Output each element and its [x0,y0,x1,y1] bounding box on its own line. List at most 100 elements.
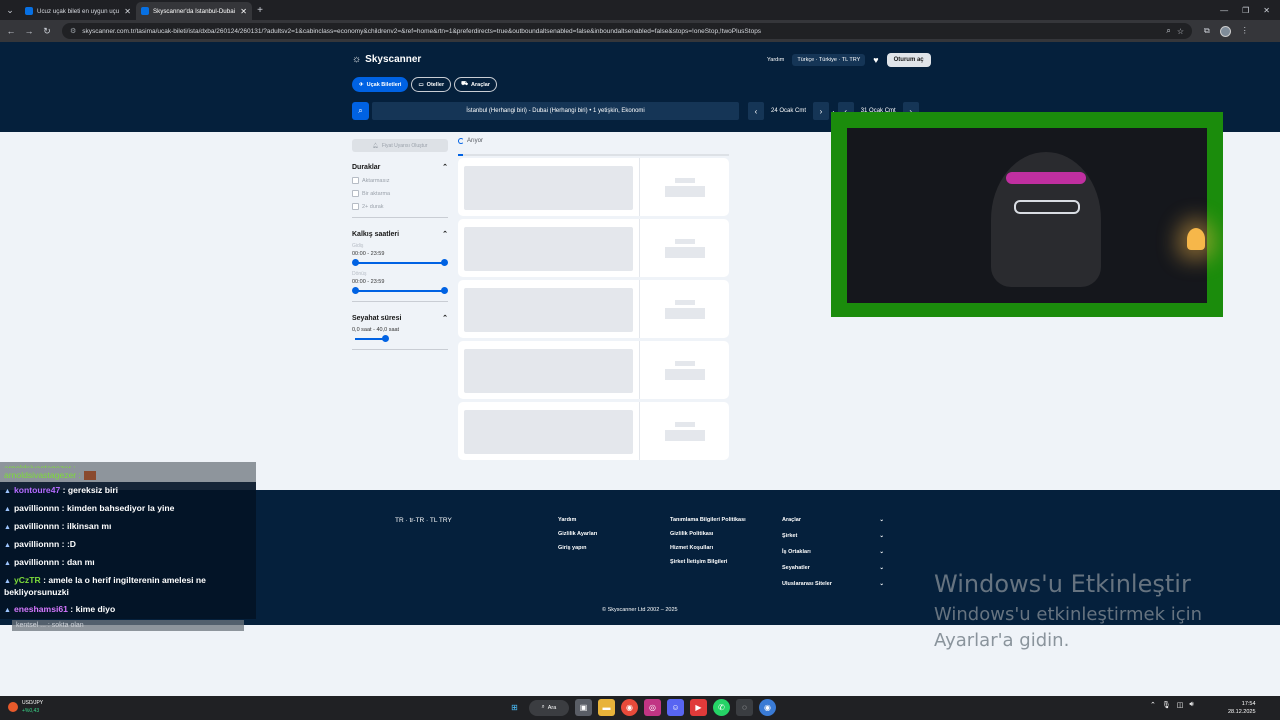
skyscanner-logo[interactable]: ☼ Skyscanner [352,54,421,65]
windows-taskbar: USD/JPY +%0,43 ⊞ ⌕ Ara ▣ ▬ ◉ ◎ ☺ ▶ ✆ ◌ ◉ … [0,696,1280,720]
menu-icon[interactable]: ⋮ [1241,26,1249,37]
forward-icon[interactable]: → [22,26,36,36]
stock-widget[interactable]: USD/JPY +%0,43 [8,699,43,715]
bed-icon: ▭ [418,81,424,88]
login-button[interactable]: Oturum aç [886,53,931,67]
footer-column-policies: Tanımlama Bilgileri Politikası Gizlilik … [670,517,746,565]
watermark-line: Windows'u etkinleştirmek için [934,604,1203,625]
app-icon[interactable]: ◌ [736,699,753,716]
stop-option-one[interactable]: Bir aktarma [352,187,448,200]
ticker-symbol: USD/JPY [22,700,44,706]
url-text: skyscanner.com.tr/tasima/ucak-bileti/ist… [82,27,762,35]
footer-link[interactable]: Gizlilik Ayarları [558,531,597,537]
chat-message: ▲ kontoure47 : gereksiz biri [0,482,256,500]
outbound-time-slider[interactable] [352,257,448,269]
help-link[interactable]: Yardım [767,57,784,63]
task-view-icon[interactable]: ▣ [575,699,592,716]
slider-handle-max[interactable] [441,287,448,294]
footer-expand-company[interactable]: Şirket ⌄ [782,533,884,542]
search-status: Arıyor [458,138,483,144]
locale-button[interactable]: Türkçe · Türkiye · TL TRY [792,54,866,66]
chat-username: yCzTR [13,575,41,585]
search-summary-field[interactable]: İstanbul (Herhangi biri) - Dubai (Herhan… [372,102,739,120]
whatsapp-icon[interactable]: ✆ [713,699,730,716]
tab-skyscanner-istanbul-dubai[interactable]: Skyscanner'da İstanbul-Dubai a ✕ [136,2,252,20]
search-progress-bar [458,154,729,156]
tab-cars[interactable]: ⛟ Araçlar [454,77,497,92]
windows-start-icon[interactable]: ⊞ [506,699,523,716]
stop-option-direct[interactable]: Aktarmasız [352,174,448,187]
taskbar-search[interactable]: ⌕ Ara [529,699,569,716]
discord-icon[interactable]: ☺ [667,699,684,716]
site-info-icon[interactable]: ⚙ [70,27,76,35]
slider-handle-max[interactable] [441,259,448,266]
slider-track [355,262,445,264]
chrome-active-icon[interactable]: ◉ [759,699,776,716]
return-time-slider[interactable] [352,285,448,297]
watermark-title: Windows'u Etkinleştir [934,570,1191,598]
watermark-body: Windows'u etkinleştirmek için Ayarlar'a … [934,602,1202,654]
media-app-icon[interactable]: ▶ [690,699,707,716]
footer-expand-partners[interactable]: İş Ortakları ⌄ [782,549,884,558]
chevron-up-icon[interactable]: ⌃ [1150,701,1156,709]
footer-link[interactable]: Hizmet Koşulları [670,545,746,551]
minimize-icon[interactable]: — [1220,6,1228,15]
tab-ucuz-ucak[interactable]: Ucuz uçak bileti en uygun uçu ✕ [20,2,136,20]
microphone-icon[interactable]: 🎙︎ [1162,701,1171,709]
extensions-icon[interactable]: ⧉ [1204,26,1210,37]
chevron-left-icon[interactable]: ‹ [748,102,764,120]
footer-expand-tools[interactable]: Araçlar ⌄ [782,517,884,526]
close-window-icon[interactable]: ✕ [1263,6,1270,15]
stops-filter-header[interactable]: Duraklar ⌃ [352,160,448,174]
divider [352,349,448,350]
taskbar-clock[interactable]: 17:54 28.12.2025 [1228,700,1256,716]
footer-link[interactable]: Gizlilik Politikası [670,531,746,537]
tab-search-icon[interactable]: ⌄ [0,0,20,20]
tab-title: Skyscanner'da İstanbul-Dubai a [153,7,237,15]
close-icon[interactable]: ✕ [240,7,247,16]
zoom-icon[interactable]: ⌕ [1166,26,1170,36]
footer-link[interactable]: Yardım [558,517,597,523]
times-filter-header[interactable]: Kalkış saatleri ⌃ [352,227,448,241]
chevron-right-icon[interactable]: › [813,102,830,120]
close-icon[interactable]: ✕ [124,7,131,16]
heart-icon[interactable]: ♥ [873,55,878,65]
chat-separator: : [59,503,67,513]
new-tab-icon[interactable]: + [252,5,268,16]
instagram-icon[interactable]: ◎ [644,699,661,716]
slider-handle-min[interactable] [352,287,359,294]
price-alert-label: Fiyat Uyarısı Oluştur [381,142,428,149]
result-card-skeleton [458,280,729,338]
chat-badge-icon: ▲ [4,578,11,585]
slider-handle[interactable] [382,335,389,342]
footer-expand-intl[interactable]: Uluslararası Siteler ⌄ [782,581,884,590]
volume-icon[interactable]: 🔊︎ [1189,701,1193,709]
checkbox[interactable] [352,203,359,210]
duration-slider[interactable] [352,333,448,345]
bookmark-star-icon[interactable]: ☆ [1177,27,1184,36]
network-icon[interactable]: ◫ [1177,701,1184,709]
address-bar[interactable]: ⚙ skyscanner.com.tr/tasima/ucak-bileti/i… [62,23,1192,39]
slider-handle-min[interactable] [352,259,359,266]
tab-flights[interactable]: ✈ Uçak Biletleri [352,77,409,92]
price-alert-button[interactable]: 🔔︎ Fiyat Uyarısı Oluştur [352,139,448,152]
profile-avatar[interactable] [1219,25,1231,37]
file-explorer-icon[interactable]: ▬ [598,699,615,716]
footer-locale[interactable]: TR · tr-TR · TL TRY [395,517,452,524]
reload-icon[interactable]: ↻ [40,26,54,37]
footer-link[interactable]: Şirket İletişim Bilgileri [670,559,746,565]
footer-link[interactable]: Tanımlama Bilgileri Politikası [670,517,746,523]
search-icon[interactable]: ⌕ [352,102,369,120]
chrome-icon[interactable]: ◉ [621,699,638,716]
checkbox[interactable] [352,190,359,197]
maximize-icon[interactable]: ❐ [1242,6,1249,15]
tab-hotels[interactable]: ▭ Oteller [411,77,452,92]
depart-date[interactable]: 24 Ocak Cmt [767,108,810,114]
duration-filter-header[interactable]: Seyahat süresi ⌃ [352,311,448,325]
stop-option-two-plus[interactable]: 2+ durak [352,200,448,213]
footer-link[interactable]: Giriş yapın [558,545,597,551]
footer-expand-trips[interactable]: Seyahatler ⌄ [782,565,884,574]
divider [352,217,448,218]
back-icon[interactable]: ← [4,26,18,36]
checkbox[interactable] [352,177,359,184]
